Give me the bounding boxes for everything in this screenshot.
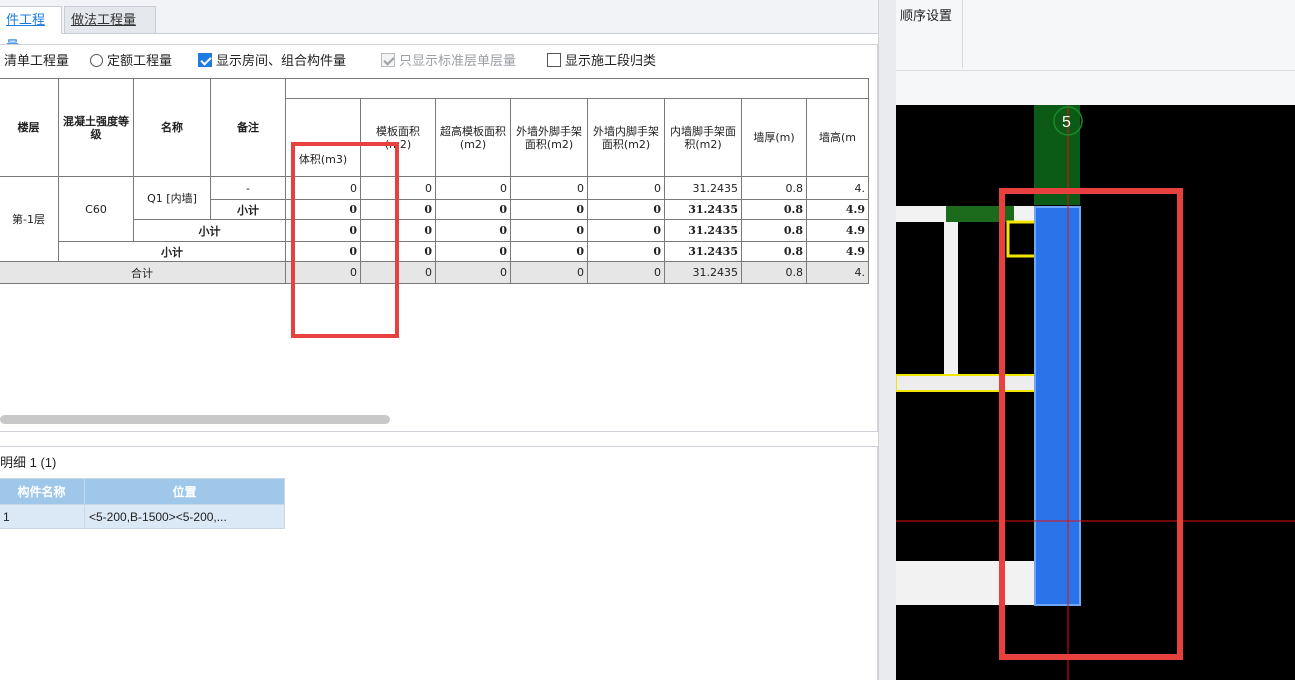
detail-header-row: 构件名称 位置: [0, 478, 285, 505]
cell-ext-inner: 0: [587, 261, 665, 284]
header-int-scaffold: 内墙脚手架面积(m2): [664, 98, 742, 177]
cell-high-formwork: 0: [435, 261, 511, 284]
cell-ext-outer: 0: [510, 199, 588, 220]
cad-drawing: 5: [896, 105, 1295, 680]
table-row[interactable]: 小计 0 0 0 0 0 31.2435 0.8 4.9: [0, 241, 869, 262]
cell-high-formwork: 0: [435, 199, 511, 220]
cell-int-scaffold: 31.2435: [664, 261, 742, 284]
show-rooms-option[interactable]: 显示房间、组合构件量: [198, 50, 346, 69]
cell-int-scaffold: 31.2435: [664, 219, 742, 242]
only-std-floor-option: 只显示标准层单层量: [381, 50, 516, 69]
cell-thickness: 0.8: [741, 261, 807, 284]
axis-label: 5: [1062, 114, 1071, 131]
cell-subtotal-label: 小计: [133, 219, 286, 242]
table-row-total[interactable]: 合计 0 0 0 0 0 31.2435 0.8 4.: [0, 261, 869, 284]
panel-divider[interactable]: [878, 0, 896, 680]
detail-header-position: 位置: [84, 478, 285, 505]
table-header-top: 楼层 混凝土强度等级 名称 备注: [0, 78, 869, 177]
detail-header-name: 构件名称: [0, 478, 85, 505]
cell-thickness: 0.8: [741, 219, 807, 242]
cell-int-scaffold: 31.2435: [664, 241, 742, 262]
cell-name: Q1 [内墙]: [133, 176, 211, 220]
tabs-bar: 件工程量 做法工程量: [0, 0, 880, 53]
cell-ext-outer: 0: [510, 219, 588, 242]
cell-remark: -: [210, 176, 286, 200]
ribbon-area: [896, 0, 1295, 105]
cell-height: 4.9: [806, 241, 869, 262]
detail-cell-position: <5-200,B-1500><5-200,...: [84, 504, 285, 529]
bottom-wall[interactable]: [896, 561, 1036, 605]
cell-ext-outer: 0: [510, 241, 588, 262]
show-rooms-label: 显示房间、组合构件量: [216, 53, 347, 68]
cell-high-formwork: 0: [435, 176, 511, 200]
ribbon-bottom-line: [896, 70, 1295, 71]
cell-ext-outer: 0: [510, 176, 588, 200]
cell-height: 4.: [806, 176, 869, 200]
detail-row[interactable]: 1 <5-200,B-1500><5-200,...: [0, 504, 285, 529]
cell-int-scaffold: 31.2435: [664, 199, 742, 220]
show-rooms-checkbox[interactable]: [198, 53, 212, 67]
cell-ext-inner: 0: [587, 176, 665, 200]
list-quantity-option[interactable]: 清单工程量: [4, 50, 69, 69]
only-std-floor-checkbox: [381, 53, 395, 67]
tab-component-quantity[interactable]: 件工程量: [0, 6, 62, 53]
cell-height: 4.9: [806, 199, 869, 220]
header-height: 墙高(m: [806, 98, 869, 177]
highlight-box-volume-column: [291, 142, 399, 338]
detail-title: 明细 1 (1): [0, 455, 57, 470]
header-group: [285, 78, 869, 99]
options-row: 清单工程量 定额工程量 显示房间、组合构件量 只显示标准层单层量 显示施工段归类: [0, 48, 880, 70]
cell-high-formwork: 0: [435, 219, 511, 242]
header-ext-inner-scaffold: 外墙内脚手架面积(m2): [587, 98, 665, 177]
cell-grade: C60: [58, 176, 134, 242]
show-stage-checkbox[interactable]: [547, 53, 561, 67]
header-ext-outer-scaffold: 外墙外脚手架面积(m2): [510, 98, 588, 177]
quota-quantity-option[interactable]: 定额工程量: [90, 50, 172, 69]
header-thickness: 墙厚(m): [741, 98, 807, 177]
quantity-panel: 件工程量 做法工程量 清单工程量 定额工程量 显示房间、组合构件量 只显示标准层…: [0, 0, 880, 680]
cell-ext-inner: 0: [587, 219, 665, 242]
cell-ext-inner: 0: [587, 199, 665, 220]
quota-quantity-label: 定额工程量: [107, 53, 173, 68]
header-name: 名称: [133, 78, 211, 177]
cell-height: 4.9: [806, 219, 869, 242]
cell-total-label: 合计: [0, 261, 286, 284]
show-stage-label: 显示施工段归类: [565, 53, 657, 68]
vertical-wall[interactable]: [944, 206, 958, 378]
quota-quantity-radio[interactable]: [90, 54, 103, 67]
selected-wall[interactable]: [1034, 206, 1081, 606]
ribbon-separator: [962, 0, 963, 68]
table-row[interactable]: 第-1层 C60 Q1 [内墙] - 0 0 0 0 0 31.2435 0.8…: [0, 176, 869, 262]
short-wall-segment[interactable]: [1014, 206, 1034, 222]
quantity-table: 楼层 混凝土强度等级 名称 备注 体积(m3) 模板面积(m2) 超高模板面积(…: [0, 78, 869, 284]
order-setting-button[interactable]: 顺序设置: [900, 5, 952, 24]
cell-subtotal-label: 小计: [210, 199, 286, 220]
cell-subtotal-label: 小计: [58, 241, 286, 262]
cell-floor: 第-1层: [0, 176, 59, 262]
cell-height: 4.: [806, 261, 869, 284]
cell-ext-inner: 0: [587, 241, 665, 262]
cell-thickness: 0.8: [741, 176, 807, 200]
detail-table: 构件名称 位置 1 <5-200,B-1500><5-200,...: [0, 478, 285, 529]
header-grade: 混凝土强度等级: [58, 78, 134, 177]
tab-method-quantity[interactable]: 做法工程量: [64, 6, 156, 34]
horizontal-scrollbar[interactable]: [0, 415, 390, 424]
header-floor: 楼层: [0, 78, 59, 177]
list-quantity-label: 清单工程量: [4, 53, 70, 68]
cell-int-scaffold: 31.2435: [664, 176, 742, 200]
cell-ext-outer: 0: [510, 261, 588, 284]
cell-thickness: 0.8: [741, 241, 807, 262]
header-high-formwork: 超高模板面积(m2): [435, 98, 511, 177]
only-std-floor-label: 只显示标准层单层量: [399, 53, 517, 68]
cad-drawing-canvas[interactable]: 5: [896, 105, 1295, 680]
header-remark: 备注: [210, 78, 286, 177]
cell-high-formwork: 0: [435, 241, 511, 262]
detail-cell-name: 1: [0, 504, 85, 529]
cell-thickness: 0.8: [741, 199, 807, 220]
show-stage-option[interactable]: 显示施工段归类: [547, 50, 656, 69]
